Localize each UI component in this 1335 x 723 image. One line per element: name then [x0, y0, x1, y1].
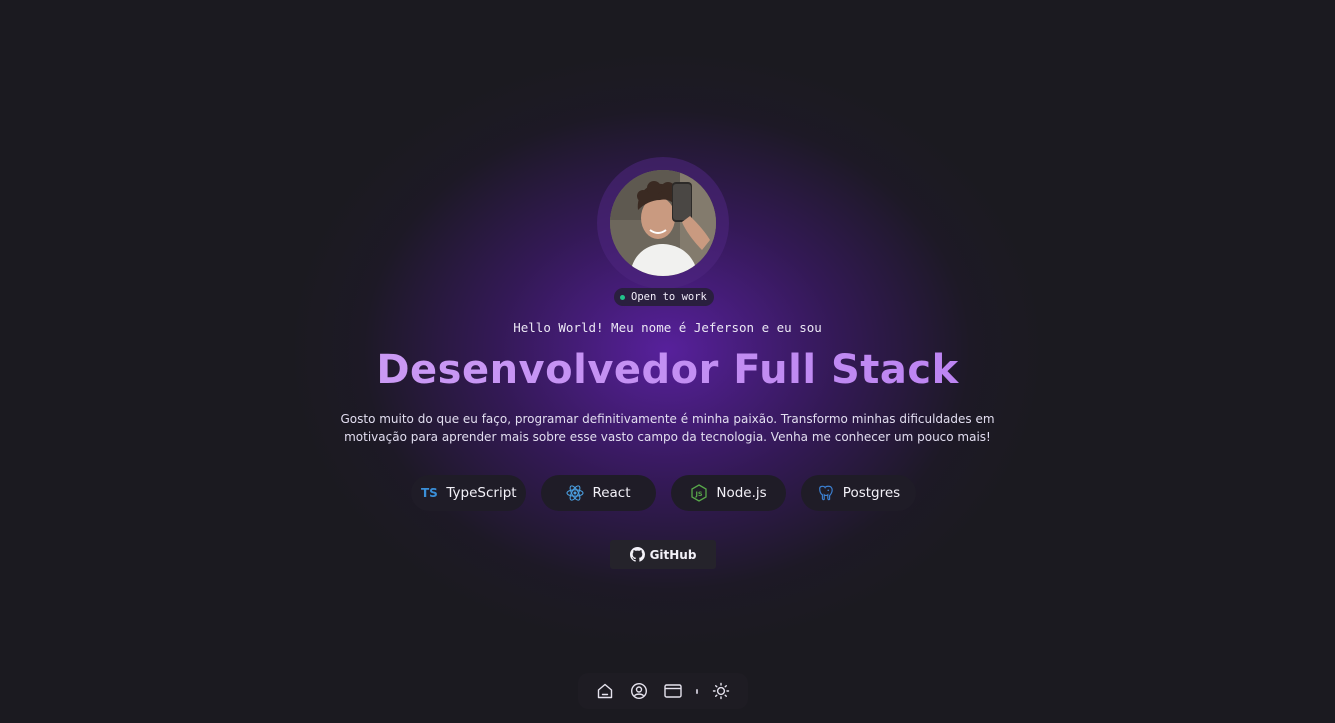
sun-icon: [712, 682, 730, 700]
github-icon: [629, 547, 645, 562]
tech-chip-label: React: [592, 485, 631, 501]
avatar: [610, 170, 716, 276]
home-icon: [597, 683, 613, 699]
tech-chip-label: Postgres: [842, 485, 901, 501]
postgres-icon: [817, 484, 835, 502]
status-label: Open to work: [631, 291, 707, 303]
avatar-ring: [597, 157, 729, 289]
bio-text: Gosto muito do que eu faço, programar de…: [340, 410, 995, 446]
status-dot-icon: [620, 294, 625, 300]
bio-line: motivação para aprender mais sobre esse …: [344, 430, 991, 444]
status-badge: Open to work: [614, 288, 714, 306]
react-icon: [566, 484, 585, 502]
tech-chip-label: Node.js: [716, 485, 767, 501]
dock-home-button[interactable]: [588, 674, 622, 708]
window-icon: [664, 684, 682, 698]
tech-chip-typescript[interactable]: TS TypeScript: [411, 475, 526, 511]
tech-chip-react[interactable]: React: [541, 475, 656, 511]
bio-line: Gosto muito do que eu faço, programar de…: [340, 412, 995, 426]
dock-separator: [696, 688, 698, 694]
tech-chip-postgres[interactable]: Postgres: [801, 475, 916, 511]
page-title: Desenvolvedor Full Stack: [0, 347, 1335, 393]
avatar-photo: [610, 170, 716, 276]
svg-text:JS: JS: [695, 490, 703, 498]
typescript-icon: TS: [420, 486, 438, 500]
dock-theme-toggle[interactable]: [704, 674, 738, 708]
greeting-text: Hello World! Meu nome é Jeferson e eu so…: [513, 320, 822, 335]
tech-list: TS TypeScript React JS Node.js Postgres: [411, 475, 916, 511]
github-label: GitHub: [649, 547, 697, 562]
bottom-dock: [578, 673, 748, 709]
github-button[interactable]: GitHub: [610, 540, 716, 569]
page: Open to work Hello World! Meu nome é Jef…: [0, 0, 1335, 723]
tech-chip-nodejs[interactable]: JS Node.js: [671, 475, 786, 511]
nodejs-icon: JS: [690, 484, 708, 502]
dock-about-button[interactable]: [622, 674, 656, 708]
tech-chip-label: TypeScript: [446, 485, 517, 501]
user-circle-icon: [630, 682, 648, 700]
dock-projects-button[interactable]: [656, 674, 690, 708]
